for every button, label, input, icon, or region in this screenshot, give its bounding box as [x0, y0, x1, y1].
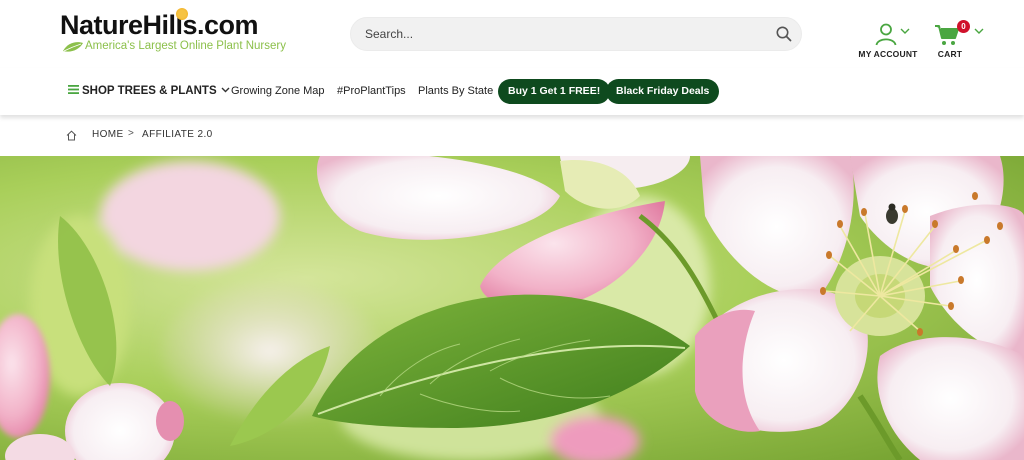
home-icon[interactable]	[66, 130, 77, 141]
nav-link-pro-plant-tips[interactable]: #ProPlantTips	[337, 68, 406, 114]
shop-trees-plants-menu[interactable]: SHOP TREES & PLANTS	[68, 68, 230, 114]
cart-button[interactable]: 0 CART	[930, 18, 990, 62]
logo-text: NatureHills.com	[60, 10, 259, 40]
cart-count-badge: 0	[957, 20, 970, 33]
account-label: MY ACCOUNT	[858, 49, 918, 59]
breadcrumb-separator: >	[128, 128, 134, 139]
my-account-button[interactable]: MY ACCOUNT	[856, 20, 920, 62]
shop-menu-label: SHOP TREES & PLANTS	[82, 85, 217, 97]
cart-label: CART	[937, 49, 963, 59]
breadcrumb: HOME > AFFILIATE 2.0	[0, 116, 1024, 156]
logo-tagline: America's Largest Online Plant Nursery	[85, 40, 286, 52]
promo-bogo-button[interactable]: Buy 1 Get 1 FREE!	[498, 79, 611, 104]
nav-link-growing-zone-map[interactable]: Growing Zone Map	[231, 68, 325, 114]
search-input[interactable]	[365, 18, 765, 50]
main-navigation: SHOP TREES & PLANTS Growing Zone Map #Pr…	[0, 68, 1024, 115]
chevron-down-icon	[900, 28, 910, 34]
user-icon	[875, 23, 897, 46]
site-logo[interactable]: NatureHills.com America's Largest Online…	[60, 8, 286, 56]
leaf-icon	[63, 42, 83, 52]
apple-blossom-image	[0, 156, 1024, 460]
breadcrumb-home-link[interactable]: HOME	[92, 129, 124, 140]
site-header: NatureHills.com America's Largest Online…	[0, 0, 1024, 68]
chevron-down-icon	[974, 28, 984, 34]
chevron-down-icon	[221, 87, 230, 93]
promo-black-friday-button[interactable]: Black Friday Deals	[606, 79, 720, 104]
hero-banner-image	[0, 156, 1024, 460]
nav-link-plants-by-state[interactable]: Plants By State	[418, 68, 493, 114]
search-icon[interactable]	[775, 25, 793, 43]
logo-sun-icon	[176, 8, 188, 20]
breadcrumb-current: AFFILIATE 2.0	[142, 129, 213, 140]
menu-icon	[68, 85, 79, 95]
search-bar	[350, 17, 802, 51]
